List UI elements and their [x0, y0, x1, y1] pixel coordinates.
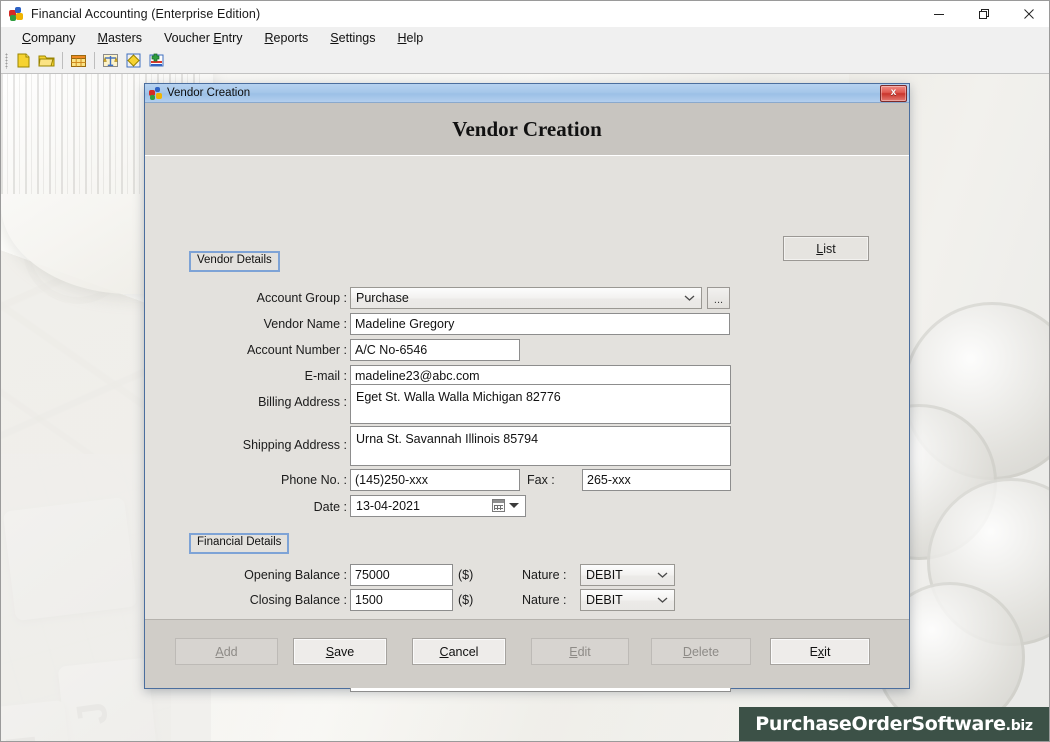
dialog-titlebar[interactable]: Vendor Creation x	[145, 84, 909, 103]
opening-nature-select[interactable]: DEBIT	[580, 564, 675, 586]
delete-button[interactable]: Delete	[651, 638, 751, 665]
chevron-down-icon	[657, 597, 668, 603]
page-title: Vendor Creation	[452, 116, 602, 141]
menu-item-settings[interactable]: Settings	[319, 29, 386, 47]
edit-button-label: Edit	[569, 644, 591, 659]
menu-item-company[interactable]: Company	[11, 29, 87, 47]
opening-balance-label: Opening Balance :	[244, 568, 347, 582]
application-title: Financial Accounting (Enterprise Edition…	[31, 7, 261, 21]
watermark-text: PurchaseOrderSoftware.biz	[755, 713, 1033, 735]
section-header-vendor-details: Vendor Details	[189, 251, 280, 272]
account-number-label: Account Number :	[246, 343, 347, 357]
date-label: Date :	[313, 500, 347, 514]
toolbar-separator	[62, 52, 63, 69]
add-entry-icon[interactable]	[145, 50, 167, 71]
exit-button[interactable]: Exit	[770, 638, 870, 665]
app-puzzle-icon	[8, 6, 24, 22]
account-group-value: Purchase	[356, 291, 409, 305]
voucher-icon[interactable]	[122, 50, 144, 71]
closing-balance-label: Closing Balance :	[249, 593, 347, 607]
list-button[interactable]: List	[783, 236, 869, 261]
add-button[interactable]: Add	[175, 638, 278, 665]
ellipsis-label: ...	[713, 294, 724, 306]
dialog-footer: Add Save Cancel Edit Delete Exit	[145, 619, 909, 688]
account-group-label: Account Group :	[256, 291, 347, 305]
account-group-browse-button[interactable]: ...	[707, 287, 730, 309]
cancel-button-label: Cancel	[439, 644, 479, 659]
open-folder-icon[interactable]	[35, 50, 57, 71]
phone-label: Phone No. :	[280, 473, 347, 487]
menu-item-reports[interactable]: Reports	[254, 29, 320, 47]
closing-nature-select[interactable]: DEBIT	[580, 589, 675, 611]
edit-button[interactable]: Edit	[531, 638, 629, 665]
account-group-select[interactable]: Purchase	[350, 287, 702, 309]
toolbar-grip[interactable]	[5, 52, 8, 69]
save-button[interactable]: Save	[293, 638, 387, 665]
chevron-down-icon[interactable]	[509, 503, 519, 508]
watermark-name: PurchaseOrderSoftware	[755, 713, 1006, 735]
ledger-table-icon[interactable]	[67, 50, 89, 71]
account-number-input[interactable]: A/C No-6546	[350, 339, 520, 361]
shipping-address-label: Shipping Address :	[242, 438, 347, 452]
billing-address-input[interactable]: Eget St. Walla Walla Michigan 82776	[350, 384, 731, 424]
date-value: 13-04-2021	[356, 499, 420, 513]
email-label: E-mail :	[304, 369, 347, 383]
menu-item-voucher-entry[interactable]: Voucher Entry	[153, 29, 254, 47]
menu-item-masters[interactable]: Masters	[87, 29, 153, 47]
dialog-body: List Vendor Details Account Group : Purc…	[145, 155, 909, 692]
watermark-banner: PurchaseOrderSoftware.biz	[739, 707, 1049, 741]
menu-item-help[interactable]: Help	[386, 29, 434, 47]
save-button-label: Save	[325, 644, 355, 659]
exit-button-label: Exit	[809, 644, 831, 659]
list-button-label: List	[816, 241, 836, 256]
cancel-button[interactable]: Cancel	[412, 638, 506, 665]
chevron-down-icon	[684, 295, 695, 301]
delete-button-label: Delete	[682, 644, 720, 659]
trial-balance-icon[interactable]	[99, 50, 121, 71]
toolbar	[1, 48, 1049, 74]
fax-label: Fax :	[527, 473, 555, 487]
closing-nature-label: Nature :	[522, 593, 567, 607]
toolbar-separator	[94, 52, 95, 69]
menu-bar: Company Masters Voucher Entry Reports Se…	[1, 27, 1049, 48]
add-button-label: Add	[215, 644, 238, 659]
closing-balance-input[interactable]: 1500	[350, 589, 453, 611]
application-titlebar: Financial Accounting (Enterprise Edition…	[1, 1, 1049, 27]
opening-balance-currency: ($)	[458, 568, 474, 582]
section-header-financial-details: Financial Details	[189, 533, 290, 554]
opening-balance-input[interactable]: 75000	[350, 564, 453, 586]
restore-icon[interactable]	[961, 1, 1006, 27]
closing-nature-value: DEBIT	[586, 593, 623, 607]
new-document-icon[interactable]	[12, 50, 34, 71]
application-window: Financial Accounting (Enterprise Edition…	[0, 0, 1050, 742]
closing-balance-currency: ($)	[458, 593, 474, 607]
fax-input[interactable]: 265-xxx	[582, 469, 731, 491]
shipping-address-input[interactable]: Urna St. Savannah Illinois 85794	[350, 426, 731, 466]
billing-address-label: Billing Address :	[258, 395, 347, 409]
dialog-puzzle-icon	[149, 86, 162, 100]
dialog-close-glyph: x	[890, 87, 897, 98]
minimize-icon[interactable]	[916, 1, 961, 27]
opening-nature-value: DEBIT	[586, 568, 623, 582]
chevron-down-icon	[657, 572, 668, 578]
opening-nature-label: Nature :	[522, 568, 567, 582]
close-icon[interactable]	[1006, 1, 1049, 27]
calendar-icon	[492, 499, 505, 512]
vendor-creation-dialog: Vendor Creation x Vendor Creation List V…	[144, 83, 910, 692]
phone-input[interactable]: (145)250-xxx	[350, 469, 520, 491]
watermark-tld: .biz	[1005, 718, 1033, 734]
date-picker-input[interactable]: 13-04-2021	[350, 495, 526, 517]
dialog-header-band: Vendor Creation	[145, 103, 909, 155]
window-controls	[916, 1, 1049, 27]
vendor-name-label: Vendor Name :	[263, 317, 347, 331]
dialog-close-button[interactable]: x	[880, 84, 907, 102]
vendor-name-input[interactable]: Madeline Gregory	[350, 313, 730, 335]
dialog-title: Vendor Creation	[167, 87, 251, 99]
